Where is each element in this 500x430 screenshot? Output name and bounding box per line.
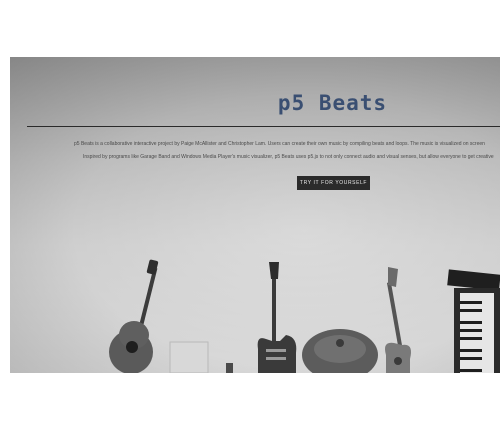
stand-image [226, 363, 233, 373]
page-title: p5 Beats [277, 91, 388, 115]
try-it-button[interactable]: TRY IT FOR YOURSELF [297, 176, 370, 190]
amplifier-image [169, 341, 209, 373]
electric-guitar-image [257, 262, 297, 373]
description-line-2: Inspired by programs like Garage Band an… [83, 154, 494, 160]
cymbal-image [302, 329, 378, 373]
bass-guitar-image [385, 267, 411, 373]
hero-section: p5 Beats p5 Beats is a collaborative int… [10, 57, 500, 373]
description-line-1: p5 Beats is a collaborative interactive … [74, 141, 485, 147]
title-divider [27, 126, 500, 127]
keyboard-image [447, 269, 500, 373]
acoustic-guitar-image [109, 259, 159, 373]
